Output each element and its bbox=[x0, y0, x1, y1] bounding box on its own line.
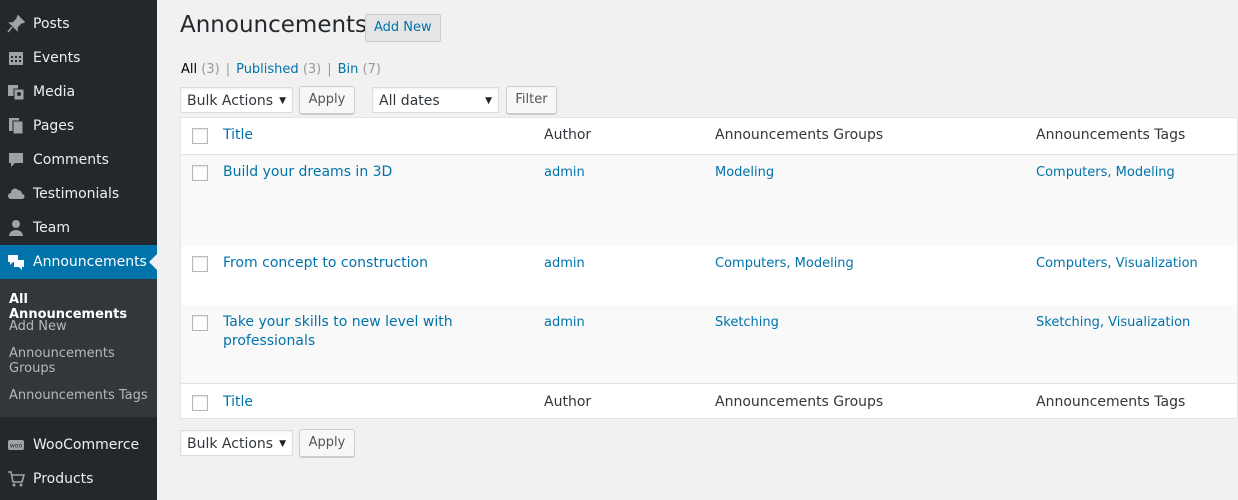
menu-item-media[interactable]: Media bbox=[0, 75, 157, 109]
row-author-link[interactable]: admin bbox=[544, 256, 585, 271]
submenu-all-announcements[interactable]: All Announcements bbox=[9, 292, 149, 322]
announcements-table: Title Author Announcements Groups Announ… bbox=[180, 117, 1238, 419]
table-footer: Title Author Announcements Groups Announ… bbox=[181, 383, 1237, 420]
menu-item-team[interactable]: Team bbox=[0, 211, 157, 245]
row-title-link[interactable]: From concept to construction bbox=[223, 254, 483, 273]
chevron-down-icon: ▼ bbox=[279, 96, 286, 106]
column-tags: Announcements Tags bbox=[1036, 127, 1186, 143]
apply-button-top[interactable]: Apply bbox=[299, 86, 355, 114]
cart-icon bbox=[6, 469, 26, 489]
menu-item-products[interactable]: Products bbox=[0, 462, 157, 496]
column-title-sort[interactable]: Title bbox=[223, 127, 253, 143]
row-title-link[interactable]: Take your skills to new level with profe… bbox=[223, 313, 483, 351]
menu-item-announcements[interactable]: Announcements bbox=[0, 245, 157, 279]
svg-text:woo: woo bbox=[10, 443, 23, 450]
row-groups-link[interactable]: Sketching bbox=[715, 315, 779, 330]
menu-item-comments[interactable]: Comments bbox=[0, 143, 157, 177]
chevron-down-icon: ▼ bbox=[279, 439, 286, 449]
chevron-down-icon: ▼ bbox=[485, 96, 492, 106]
media-icon bbox=[6, 82, 26, 102]
filter-all-link[interactable]: All (3) bbox=[181, 62, 220, 77]
table-header: Title Author Announcements Groups Announ… bbox=[181, 118, 1237, 155]
column-groups-footer: Announcements Groups bbox=[715, 394, 884, 410]
row-author-link[interactable]: admin bbox=[544, 165, 585, 180]
announcement-icon bbox=[6, 252, 26, 272]
bulk-actions-select-bottom[interactable]: Bulk Actions ▼ bbox=[180, 430, 293, 456]
table-row: Take your skills to new level with profe… bbox=[181, 305, 1237, 383]
row-tags-link[interactable]: Computers, Visualization bbox=[1036, 256, 1198, 271]
row-title-link[interactable]: Build your dreams in 3D bbox=[223, 163, 483, 182]
add-new-button[interactable]: Add New bbox=[365, 14, 441, 42]
row-groups-link[interactable]: Modeling bbox=[715, 165, 774, 180]
row-checkbox[interactable] bbox=[192, 315, 208, 331]
user-icon bbox=[6, 218, 26, 238]
calendar-icon bbox=[6, 48, 26, 68]
menu-item-woocommerce[interactable]: woo WooCommerce bbox=[0, 428, 157, 462]
select-all-checkbox-footer[interactable] bbox=[192, 395, 208, 411]
page-title: Announcements bbox=[180, 12, 368, 38]
pin-icon bbox=[6, 14, 26, 34]
table-row: Build your dreams in 3D admin Modeling C… bbox=[181, 155, 1237, 246]
column-author-footer: Author bbox=[544, 394, 592, 410]
column-author: Author bbox=[544, 127, 592, 143]
menu-item-testimonials[interactable]: Testimonials bbox=[0, 177, 157, 211]
announcements-submenu: All Announcements Add New Announcements … bbox=[0, 279, 157, 417]
date-filter-select[interactable]: All dates ▼ bbox=[372, 87, 499, 113]
submenu-announcements-groups[interactable]: Announcements Groups bbox=[9, 346, 149, 376]
bulk-actions-select-top[interactable]: Bulk Actions ▼ bbox=[180, 87, 293, 113]
filter-published-link[interactable]: Published (3) bbox=[236, 62, 321, 77]
admin-sidebar: Posts Events Media Pages Comments Testim… bbox=[0, 0, 157, 500]
row-tags-link[interactable]: Sketching, Visualization bbox=[1036, 315, 1190, 330]
row-checkbox[interactable] bbox=[192, 256, 208, 272]
row-tags-link[interactable]: Computers, Modeling bbox=[1036, 165, 1175, 180]
menu-item-pages[interactable]: Pages bbox=[0, 109, 157, 143]
submenu-announcements-tags[interactable]: Announcements Tags bbox=[9, 388, 149, 403]
woocommerce-icon: woo bbox=[6, 435, 26, 455]
table-row: From concept to construction admin Compu… bbox=[181, 246, 1237, 305]
row-groups-link[interactable]: Computers, Modeling bbox=[715, 256, 854, 271]
menu-item-posts[interactable]: Posts bbox=[0, 7, 157, 41]
comment-icon bbox=[6, 150, 26, 170]
cloud-icon bbox=[6, 184, 26, 204]
menu-item-events[interactable]: Events bbox=[0, 41, 157, 75]
status-filters: All (3) | Published (3) | Bin (7) bbox=[181, 62, 381, 77]
column-title-sort-footer[interactable]: Title bbox=[223, 394, 253, 410]
filter-button[interactable]: Filter bbox=[506, 86, 557, 114]
column-groups: Announcements Groups bbox=[715, 127, 884, 143]
filter-bin-link[interactable]: Bin (7) bbox=[338, 62, 381, 77]
column-tags-footer: Announcements Tags bbox=[1036, 394, 1186, 410]
row-author-link[interactable]: admin bbox=[544, 315, 585, 330]
pages-icon bbox=[6, 116, 26, 136]
apply-button-bottom[interactable]: Apply bbox=[299, 429, 355, 457]
row-checkbox[interactable] bbox=[192, 165, 208, 181]
select-all-checkbox[interactable] bbox=[192, 128, 208, 144]
submenu-add-new[interactable]: Add New bbox=[9, 319, 149, 334]
